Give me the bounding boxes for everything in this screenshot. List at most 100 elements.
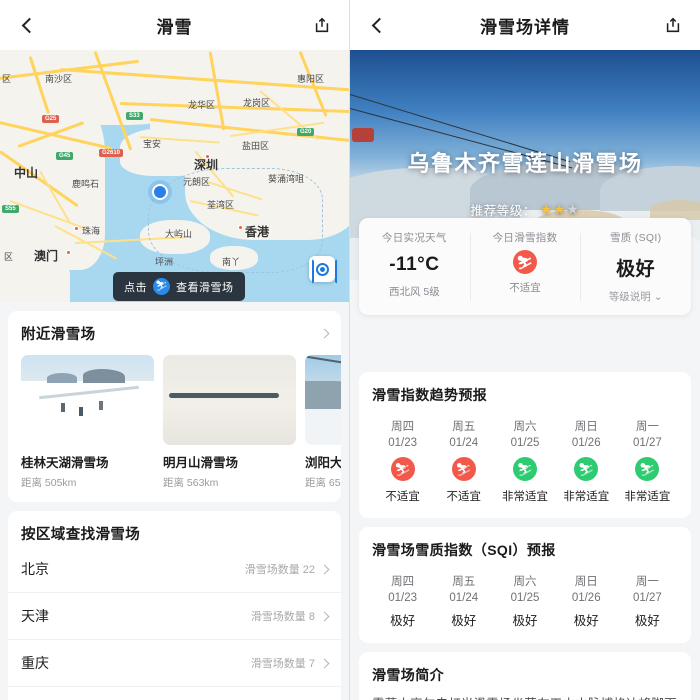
ski-index-icon-wrap: ⛷ <box>470 250 581 274</box>
region-row[interactable]: 重庆 滑雪场数量 7 <box>8 640 341 687</box>
sqi-weekday: 周一 <box>635 576 659 588</box>
hero-lift-car <box>352 128 374 142</box>
sqi-day-column: 周日 01/26 极好 <box>556 573 617 629</box>
star-rating: ★★★ <box>540 202 579 217</box>
map-city-dot <box>238 225 243 230</box>
forecast-day-column: 周日 01/26 ⛷ 非常适宜 <box>556 418 617 504</box>
share-icon <box>666 17 680 33</box>
back-button[interactable] <box>364 12 390 38</box>
left-navbar: 滑雪 <box>0 0 349 50</box>
region-header: 按区域查找滑雪场 <box>8 523 341 546</box>
map-highway-shield: G2610 <box>99 149 124 157</box>
resort-detail-screen: 滑雪场详情 乌鲁木齐雪莲山滑雪场 推荐等级： ★★★ 今日实况天气 -11°C … <box>350 0 700 700</box>
resort-intro-title: 滑雪场简介 <box>372 667 444 683</box>
skier-badge-red-icon: ⛷ <box>390 457 415 481</box>
current-location-dot <box>152 184 168 200</box>
map-place-label: 南沙区 <box>45 74 73 84</box>
region-row[interactable]: 江西滑雪场数量 4 <box>8 687 341 700</box>
region-name: 重庆 <box>21 655 49 671</box>
nearby-resort-distance: 距离 563km <box>163 477 219 489</box>
forecast-icon-wrap: ⛷ <box>494 457 555 481</box>
forecast-status: 非常适宜 <box>563 491 610 503</box>
nearby-resort-card[interactable]: 明月山滑雪场 距离 563km <box>163 355 296 490</box>
map-view[interactable]: 南沙区 惠阳区 龙华区 龙岗区 宝安 盐田区 深圳 中山 元朗区 鹿鸣石 葵涌湾咀 荃湾区 珠海 香港 澳门… <box>0 50 349 302</box>
weather-temperature: -11°C <box>389 254 440 275</box>
forecast-day-column: 周六 01/25 ⛷ 非常适宜 <box>494 418 555 504</box>
chevron-right-icon[interactable] <box>319 611 330 621</box>
map-place-label: 鹿鸣石 <box>72 179 100 189</box>
share-button[interactable] <box>660 12 686 38</box>
map-place-label: 区 <box>2 74 12 84</box>
forecast-date: 01/26 <box>571 437 601 449</box>
region-count-wrap: 滑雪场数量 7 <box>251 655 330 671</box>
map-place-label: 荃湾区 <box>207 200 235 210</box>
region-count-wrap: 滑雪场数量 8 <box>250 608 330 624</box>
region-row[interactable]: 天津 滑雪场数量 8 <box>8 593 341 640</box>
map-tooltip-suffix: 查看滑雪场 <box>176 281 234 294</box>
map-place-label: 葵涌湾咀 <box>268 174 305 184</box>
chevron-right-icon[interactable] <box>319 564 330 574</box>
region-resort-count: 滑雪场数量 22 <box>244 564 315 576</box>
nearby-resort-card[interactable]: 浏阳大围山滑雪距离 654km <box>305 355 341 490</box>
right-navbar: 滑雪场详情 <box>350 0 700 50</box>
skier-badge-green-icon: ⛷ <box>635 457 660 481</box>
map-tooltip[interactable]: 点击 ⛷ 查看滑雪场 <box>113 272 245 301</box>
region-resort-count: 滑雪场数量 8 <box>250 611 315 623</box>
locate-button[interactable] <box>309 256 337 284</box>
chevron-right-icon[interactable] <box>319 658 330 668</box>
forecast-status: 非常适宜 <box>624 491 671 503</box>
sqi-day-column: 周一 01/27 极好 <box>617 573 678 629</box>
chevron-right-icon[interactable] <box>319 328 330 339</box>
map-place-label: 宝安 <box>143 139 162 149</box>
back-button[interactable] <box>14 12 40 38</box>
skier-badge-red-icon: ⛷ <box>451 457 476 481</box>
forecast-weekday: 周日 <box>574 421 598 433</box>
map-place-label: 香港 <box>245 225 270 239</box>
sqi-weekday: 周五 <box>452 576 476 588</box>
forecast-status: 非常适宜 <box>502 491 548 503</box>
forecast-status: 不适宜 <box>385 491 420 503</box>
skier-badge-red-icon: ⛷ <box>513 250 537 274</box>
sqi-date: 01/23 <box>388 592 417 604</box>
nearby-title: 附近滑雪场 <box>21 327 96 343</box>
forecast-day-column: 周一 01/27 ⛷ 非常适宜 <box>617 418 678 504</box>
region-name: 北京 <box>21 561 49 577</box>
ski-index-label: 今日滑雪指数 <box>492 232 558 244</box>
recommend-rating-label: 推荐等级： <box>470 204 537 218</box>
ski-index-column: 今日滑雪指数 ⛷ 不适宜 <box>469 230 581 304</box>
chevron-left-icon <box>21 17 37 33</box>
sqi-level-explain-link[interactable]: 等级说明 ⌄ <box>580 289 691 304</box>
nearby-resort-thumbnail <box>21 355 154 445</box>
nearby-resort-name: 明月山滑雪场 <box>163 456 239 470</box>
star-filled-icon: ★ <box>553 201 567 217</box>
region-row[interactable]: 北京 滑雪场数量 22 <box>8 546 341 593</box>
forecast-icon-wrap: ⛷ <box>617 457 678 481</box>
sqi-forecast-row: 周四 01/23 极好 周五 01/24 极好 周六 01/25 极好 周日 01/26 极好 周一 01… <box>372 573 678 629</box>
forecast-date: 01/27 <box>633 437 662 449</box>
forecast-day-column: 周五 01/24 ⛷ 不适宜 <box>433 418 494 504</box>
sqi-weekday: 周六 <box>513 576 537 588</box>
sqi-date: 01/27 <box>633 592 662 604</box>
nearby-resort-distance: 距离 505km <box>21 477 77 489</box>
sqi-weekday: 周四 <box>391 576 415 588</box>
map-place-label: 惠阳区 <box>297 74 325 84</box>
sqi-day-column: 周五 01/24 极好 <box>433 573 494 629</box>
map-highway-shield: G25 <box>42 115 60 123</box>
map-place-label: 元朗区 <box>183 177 211 187</box>
star-filled-icon: ★ <box>540 201 554 217</box>
forecast-weekday: 周四 <box>391 421 415 433</box>
ski-list-screen: 滑雪 南沙区 惠阳区 龙华区 龙岗区 宝安 盐田区 深圳 中山 元朗区 鹿鸣石 … <box>0 0 350 700</box>
nearby-resorts-list[interactable]: 桂林天湖滑雪场距离 505km明月山滑雪场距离 563km浏阳大围山滑雪距离 6… <box>8 344 341 490</box>
nearby-resort-card[interactable]: 桂林天湖滑雪场 距离 505km <box>21 355 154 490</box>
nearby-header[interactable]: 附近滑雪场 <box>8 323 341 344</box>
map-highway-shield: G20 <box>297 128 315 136</box>
region-name: 天津 <box>21 608 49 624</box>
map-highway-shield: S55 <box>2 205 19 213</box>
forecast-date: 01/24 <box>449 437 479 449</box>
nearby-resort-name: 桂林天湖滑雪场 <box>21 456 109 470</box>
ski-marker-icon: ⛷ <box>153 278 170 295</box>
skier-badge-green-icon: ⛷ <box>513 457 537 481</box>
page-title: 滑雪场详情 <box>480 17 570 37</box>
share-button[interactable] <box>309 12 335 38</box>
sqi-day-column: 周六 01/25 极好 <box>494 573 555 629</box>
